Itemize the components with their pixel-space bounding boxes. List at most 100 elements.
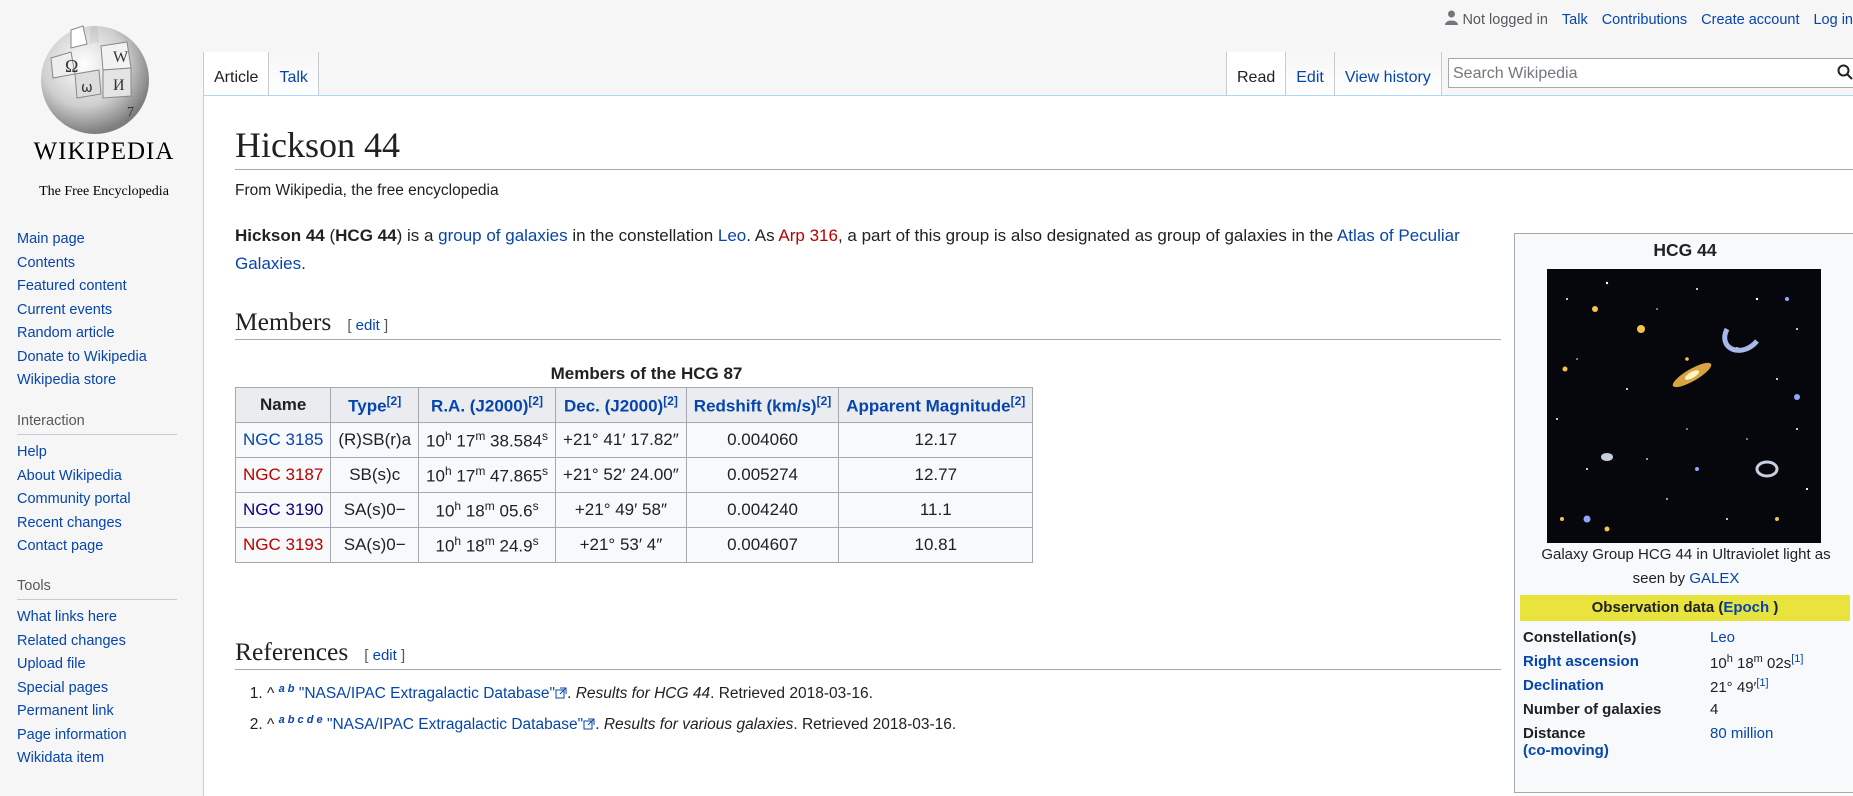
nav-contents[interactable]: Contents <box>17 255 75 271</box>
galaxy-name-link[interactable]: NGC 3190 <box>243 500 323 519</box>
constellation-value-link[interactable]: Leo <box>1710 629 1735 646</box>
galaxy-ra: 10h 17m 47.865s <box>418 457 557 493</box>
table-row: NGC 3190 SA(s)0− 10h 18m 05.6s +21° 49′ … <box>234 492 1034 528</box>
galaxy-name-link[interactable]: NGC 3187 <box>243 465 323 484</box>
tools-portal: Tools What links here Related changes Up… <box>17 578 177 771</box>
tab-article[interactable]: Article <box>203 52 269 96</box>
tools-heading: Tools <box>17 578 177 600</box>
header-redshift-link[interactable]: Redshift (km/s) <box>694 396 817 415</box>
nav-about-wikipedia[interactable]: About Wikipedia <box>17 468 122 484</box>
galaxy-redshift: 0.004607 <box>685 527 840 563</box>
external-link-icon <box>583 718 595 730</box>
nav-what-links-here[interactable]: What links here <box>17 609 117 625</box>
members-edit-link[interactable]: edit <box>356 317 380 334</box>
nav-wikidata-item[interactable]: Wikidata item <box>17 750 104 766</box>
dec-ref-marker[interactable]: [1] <box>1756 677 1768 689</box>
ref-marker[interactable]: [2] <box>817 394 832 408</box>
reference-list: ^ a b "NASA/IPAC Extragalactic Database"… <box>267 676 956 738</box>
distance-value-link[interactable]: 80 million <box>1710 725 1773 742</box>
site-subtitle: From Wikipedia, the free encyclopedia <box>235 182 499 199</box>
header-name-text: Name <box>260 395 307 414</box>
external-link-icon <box>555 687 567 699</box>
tab-read[interactable]: Read <box>1226 52 1286 96</box>
personal-tools: Not logged in Talk Contributions Create acc… <box>1445 10 1853 28</box>
header-type-link[interactable]: Type <box>348 396 386 415</box>
personal-talk-link[interactable]: Talk <box>1562 12 1588 28</box>
nav-donate[interactable]: Donate to Wikipedia <box>17 349 147 365</box>
galaxy-redshift: 0.004060 <box>685 422 840 458</box>
infobox-galaxy-image[interactable] <box>1547 269 1821 543</box>
galex-link[interactable]: GALEX <box>1689 570 1739 587</box>
nav-recent-changes[interactable]: Recent changes <box>17 515 122 531</box>
infobox-caption: Galaxy Group HCG 44 in Ultraviolet light… <box>1529 543 1843 591</box>
nav-current-events[interactable]: Current events <box>17 302 112 318</box>
table-row: NGC 3187 SB(s)c 10h 17m 47.865s +21° 52′… <box>234 457 1034 493</box>
number-of-galaxies-label: Number of galaxies <box>1523 701 1662 718</box>
svg-text:W: W <box>113 49 129 66</box>
search-input[interactable]: Search Wikipedia <box>1448 58 1853 88</box>
header-ra-link[interactable]: R.A. (J2000) <box>431 396 528 415</box>
table-header-row: Name Type[2] R.A. (J2000)[2] Dec. (J2000… <box>234 387 1034 423</box>
header-dec-link[interactable]: Dec. (J2000) <box>564 396 663 415</box>
reference-title-link[interactable]: "NASA/IPAC Extragalactic Database" <box>299 685 555 702</box>
nav-main-page[interactable]: Main page <box>17 231 85 247</box>
ref-marker[interactable]: [2] <box>387 394 402 408</box>
galaxy-name-link[interactable]: NGC 3193 <box>243 535 323 554</box>
galaxy-ra: 10h 18m 05.6s <box>418 492 557 528</box>
interaction-portal: Interaction Help About Wikipedia Communi… <box>17 413 177 559</box>
co-moving-link[interactable]: (co-moving) <box>1523 742 1609 759</box>
log-in-link[interactable]: Log in <box>1813 12 1853 28</box>
column-header-magnitude: Apparent Magnitude[2] <box>838 387 1034 423</box>
galaxy-dec: +21° 41′ 17.82″ <box>555 422 687 458</box>
ref-marker[interactable]: [2] <box>663 394 678 408</box>
header-magnitude-link[interactable]: Apparent Magnitude <box>846 396 1010 415</box>
wikipedia-logo[interactable]: Ω W И ω 7 WIKIPEDIA The Free Encyclopedi… <box>14 14 174 199</box>
references-heading-text: References <box>235 637 349 666</box>
tab-talk[interactable]: Talk <box>268 52 319 96</box>
lead-bold-abbrev: HCG 44 <box>335 226 397 245</box>
link-group-of-galaxies[interactable]: group of galaxies <box>438 226 567 245</box>
personal-contributions-link[interactable]: Contributions <box>1602 12 1687 28</box>
nav-community-portal[interactable]: Community portal <box>17 491 131 507</box>
nav-random-article[interactable]: Random article <box>17 325 115 341</box>
link-leo[interactable]: Leo <box>718 226 746 245</box>
references-edit-link[interactable]: edit <box>373 647 397 664</box>
infobox-title: HCG 44 <box>1653 240 1717 260</box>
members-edit-section: [ edit ] <box>347 317 389 334</box>
nav-featured-content[interactable]: Featured content <box>17 278 127 294</box>
declination-label[interactable]: Declination <box>1523 677 1604 694</box>
ra-ref-marker[interactable]: [1] <box>1791 653 1803 665</box>
nav-page-information[interactable]: Page information <box>17 727 127 743</box>
galaxy-image-graphic <box>1547 269 1821 543</box>
galaxy-type: (R)SB(r)a <box>330 422 420 458</box>
right-ascension-label[interactable]: Right ascension <box>1523 653 1639 670</box>
column-header-name: Name <box>234 387 332 423</box>
nav-contact-page[interactable]: Contact page <box>17 538 103 554</box>
page-title: Hickson 44 <box>235 124 1853 171</box>
reference-backlinks[interactable]: a b <box>279 683 295 695</box>
tab-view-history[interactable]: View history <box>1333 52 1442 96</box>
nav-special-pages[interactable]: Special pages <box>17 680 108 696</box>
search-icon[interactable] <box>1837 64 1853 80</box>
nav-help[interactable]: Help <box>17 444 47 460</box>
galaxy-name-link[interactable]: NGC 3185 <box>243 430 323 449</box>
galaxy-dec: +21° 49′ 58″ <box>555 492 687 528</box>
link-arp-316[interactable]: Arp 316 <box>778 226 838 245</box>
reference-backlinks[interactable]: a b c d e <box>279 714 323 726</box>
tab-edit[interactable]: Edit <box>1285 52 1334 96</box>
ref-marker[interactable]: [2] <box>528 394 543 408</box>
infobox: HCG 44 Galaxy Group HCG 44 in Ultraviole… <box>1514 233 1853 793</box>
epoch-link[interactable]: Epoch <box>1723 599 1769 616</box>
nav-upload-file[interactable]: Upload file <box>17 656 86 672</box>
galaxy-ra: 10h 18m 24.9s <box>418 527 557 563</box>
galaxy-ra: 10h 17m 38.584s <box>418 422 557 458</box>
nav-permanent-link[interactable]: Permanent link <box>17 703 114 719</box>
create-account-link[interactable]: Create account <box>1701 12 1799 28</box>
ref-marker[interactable]: [2] <box>1011 394 1026 408</box>
reference-title-link[interactable]: "NASA/IPAC Extragalactic Database" <box>327 716 583 733</box>
nav-related-changes[interactable]: Related changes <box>17 633 126 649</box>
search-placeholder: Search Wikipedia <box>1453 65 1578 82</box>
nav-wikipedia-store[interactable]: Wikipedia store <box>17 372 116 388</box>
navigation-portal: Main page Contents Featured content Curr… <box>17 228 177 393</box>
reference-item: ^ a b "NASA/IPAC Extragalactic Database"… <box>267 676 956 707</box>
